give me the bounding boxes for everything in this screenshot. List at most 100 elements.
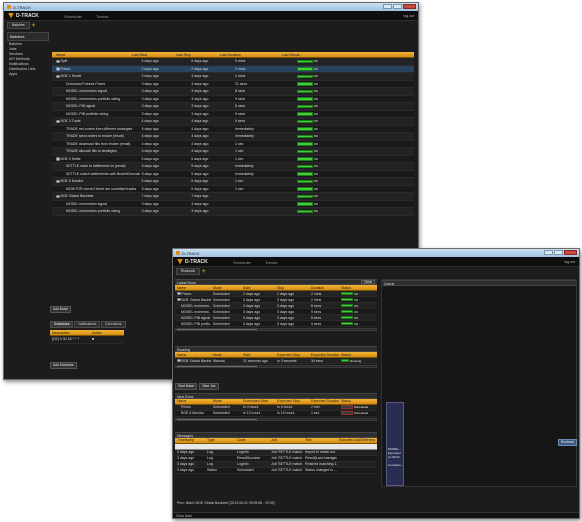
- sidebar-item[interactable]: Apps: [7, 72, 49, 77]
- add-tab-button-2[interactable]: +: [202, 269, 206, 275]
- col-description[interactable]: Description: [50, 331, 90, 335]
- minimize-button[interactable]: [544, 250, 553, 255]
- column-header[interactable]: Mode: [211, 353, 241, 357]
- table-row[interactable]: TRADE download fills from broker (email)…: [52, 140, 414, 148]
- row-name: BOE 5 Settle: [52, 157, 140, 161]
- last-duration: immediately: [235, 171, 254, 176]
- running-scrollbar[interactable]: [175, 365, 377, 368]
- table-row[interactable]: MODEL momentum portfolio sizing 3 days ag…: [52, 95, 414, 103]
- msg-job: Job 'SETTLE match...: [271, 462, 303, 466]
- table-row[interactable]: MODEL momentum signal 3 days ago 3 days ag…: [52, 88, 414, 96]
- latest-run-row[interactable]: MODEL PIB portfo... Scheduled 3 days ago 3 …: [175, 321, 377, 327]
- table-row[interactable]: MODEL momentum signal 3 days ago 3 days ag…: [52, 200, 414, 208]
- table-row[interactable]: TRADE allocate fills to strategies 4 days…: [52, 148, 414, 156]
- table-row[interactable]: MODEL PIB portfolio sizing 3 days ago 3 da…: [52, 110, 414, 118]
- latest-runs-scrollbar[interactable]: [175, 328, 377, 331]
- column-header[interactable]: Expected Duration: [309, 399, 339, 403]
- column-header[interactable]: Last Duration: [218, 53, 280, 57]
- table-row[interactable]: TRADE net orders from different strategi…: [52, 125, 414, 133]
- column-header[interactable]: Status: [339, 399, 375, 403]
- add-schedule-button[interactable]: Add Schedule: [50, 362, 77, 369]
- active-checkbox[interactable]: ■: [90, 337, 120, 341]
- column-header[interactable]: Timestamp: [175, 438, 205, 442]
- start-batch-button[interactable]: Start Batch: [175, 383, 198, 390]
- table-row[interactable]: BOE 6 Monitor 5 days ago 5 days ago 1 sec OK: [52, 178, 414, 186]
- column-header[interactable]: Name: [175, 353, 211, 357]
- tab-trends-2[interactable]: Trends: [265, 260, 277, 265]
- column-header[interactable]: Expected Stop: [275, 399, 309, 403]
- column-header[interactable]: Duration: [309, 286, 339, 290]
- column-header[interactable]: Code: [235, 438, 269, 442]
- column-header[interactable]: Stop: [275, 286, 309, 290]
- add-tab-button[interactable]: +: [32, 23, 36, 29]
- table-row[interactable]: MONITOR check if there are unsettled tra…: [52, 185, 414, 193]
- last-result: OK: [295, 142, 414, 146]
- column-header[interactable]: Expected Duration: [309, 353, 339, 357]
- table-row[interactable]: Download Futures Prices 3 days ago 3 days …: [52, 80, 414, 88]
- sub-tabs-2: Runbook +: [176, 267, 206, 276]
- column-header[interactable]: Status: [339, 286, 375, 290]
- column-header[interactable]: Text: [303, 438, 337, 442]
- column-header[interactable]: Name: [175, 399, 211, 403]
- run-mode: Scheduled: [213, 303, 230, 308]
- column-header[interactable]: Executed Job/Reference: [337, 438, 375, 442]
- tab-schedules[interactable]: Schedules: [50, 321, 74, 328]
- start-job-button[interactable]: Start Job: [199, 383, 219, 390]
- column-header[interactable]: Last Start: [130, 53, 174, 57]
- column-header[interactable]: Start: [241, 353, 275, 357]
- clear-button[interactable]: Clear: [361, 280, 375, 284]
- table-row[interactable]: TRADE send orders to broker (email) 4 day…: [52, 133, 414, 141]
- run-start: 3 days ago: [243, 297, 261, 302]
- column-header[interactable]: Name: [52, 53, 130, 57]
- tab-executions[interactable]: Executions: [101, 321, 126, 328]
- schedule-row[interactable]: [CE] 0 30 18 * * ? ■: [50, 336, 124, 344]
- queue-item[interactable]: MODEL... Expected on 06-01 ... Complete...: [386, 402, 404, 486]
- tab-scheduler[interactable]: Scheduler: [64, 14, 82, 19]
- close-button[interactable]: [564, 250, 577, 255]
- logout-link[interactable]: log out: [403, 14, 414, 18]
- table-row[interactable]: BOE Global Backtest 7 days ago 7 days ago O…: [52, 193, 414, 201]
- sidebar-group-batches[interactable]: Batches: [7, 32, 49, 41]
- table-row[interactable]: BOE 1 Model 3 days ago 3 days ago 2 mins OK: [52, 73, 414, 81]
- next-runs-scrollbar[interactable]: [175, 417, 377, 421]
- column-header[interactable]: Status: [339, 353, 375, 357]
- logout-link-2[interactable]: log out: [564, 260, 575, 264]
- close-button[interactable]: [403, 4, 416, 9]
- column-header[interactable]: Type: [205, 438, 235, 442]
- clear-data-button[interactable]: Clear Data: [176, 514, 192, 518]
- tab-scheduler-2[interactable]: Scheduler: [233, 260, 251, 265]
- tab-runbook[interactable]: Runbook: [176, 268, 201, 275]
- column-header[interactable]: Last Stop: [174, 53, 218, 57]
- column-header[interactable]: Last Result: [280, 53, 400, 57]
- table-row[interactable]: BOE 3 Trade 4 days ago 4 days ago 9 secs OK: [52, 118, 414, 126]
- minimize-button[interactable]: [383, 4, 392, 9]
- column-header[interactable]: Mode: [211, 399, 241, 403]
- maximize-button[interactable]: [393, 4, 402, 9]
- column-header[interactable]: Job: [269, 438, 303, 442]
- table-row[interactable]: MODEL PIB signal 3 days ago 3 days ago 8 se…: [52, 103, 414, 111]
- table-row[interactable]: Split 5 days ago 5 days ago 9 mins OK: [52, 58, 414, 66]
- column-header[interactable]: Scheduled Start: [241, 399, 275, 403]
- tab-batches[interactable]: Batches: [7, 22, 30, 29]
- message-row[interactable]: 3 days ago Status Scheduled Job 'SETTLE mat…: [175, 467, 377, 474]
- maximize-button[interactable]: [554, 250, 563, 255]
- last-result: OK: [295, 97, 414, 101]
- runbook-side-button[interactable]: Runbook: [557, 439, 577, 446]
- column-header[interactable]: Mode: [211, 286, 241, 290]
- col-active[interactable]: Active: [90, 331, 120, 335]
- table-row[interactable]: SETTLE match settlements with BrokerExec…: [52, 170, 414, 178]
- add-batch-button[interactable]: Add Batch: [50, 306, 72, 313]
- column-header[interactable]: Expected Stop: [275, 353, 309, 357]
- table-row[interactable]: SETTLE mark to settlement on (email) 5 da…: [52, 163, 414, 171]
- table-row[interactable]: MODEL momentum portfolio sizing 3 days ag…: [52, 208, 414, 216]
- next-run-row[interactable]: BOE 6 Monitor Scheduled in 12 hours in 12 h…: [175, 410, 377, 417]
- column-header[interactable]: Name: [175, 286, 211, 290]
- result-bar: [296, 127, 313, 131]
- next-stop: in 4 hours: [277, 405, 293, 409]
- tab-trends[interactable]: Trends: [96, 14, 108, 19]
- table-row[interactable]: BOE 5 Settle 5 days ago 5 days ago 1 sec OK: [52, 155, 414, 163]
- column-header[interactable]: Start: [241, 286, 275, 290]
- running-row[interactable]: BOE Global BacktestManual 31 seconds ago i…: [175, 358, 377, 364]
- table-row[interactable]: Prices 2 days ago 2 days ago 2 mins OK: [52, 65, 414, 73]
- tab-notifications[interactable]: Notifications: [74, 321, 101, 328]
